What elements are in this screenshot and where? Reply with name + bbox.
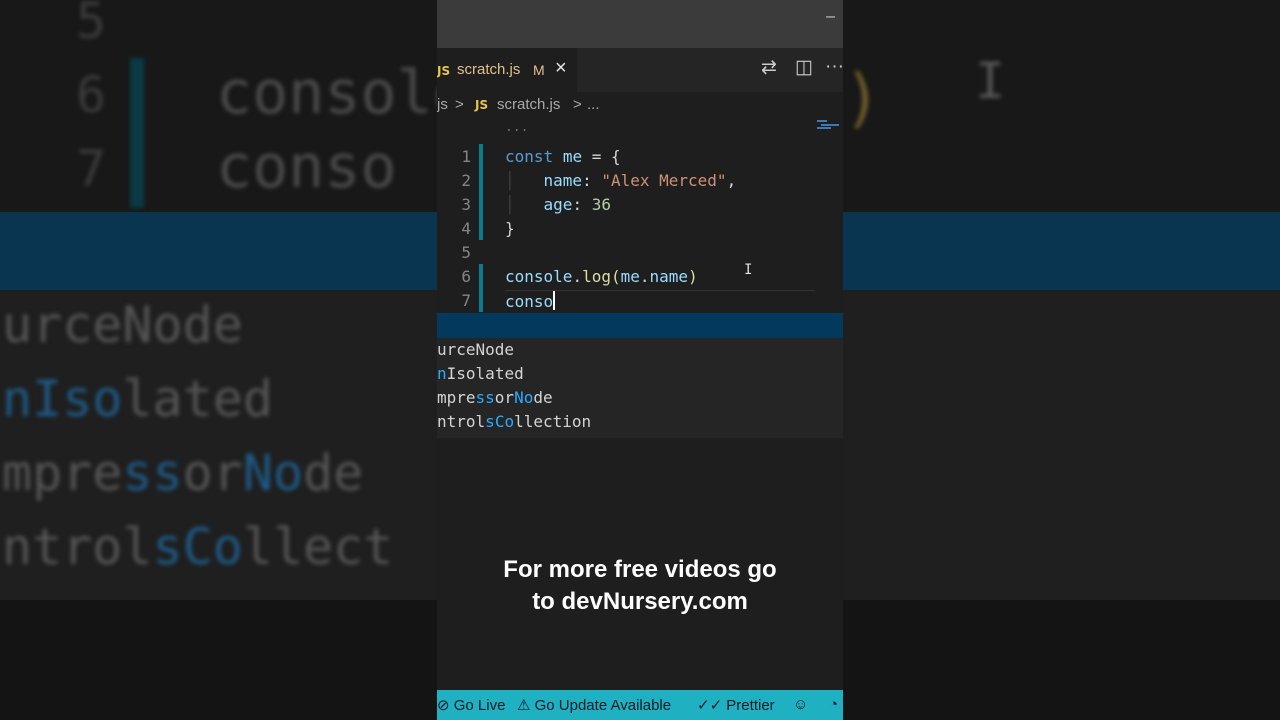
background-left: 5 6 7 console conso urceNode nIsolated m… [0, 0, 437, 720]
bg-code-line: conso [216, 132, 397, 202]
line-number: 1 [461, 147, 471, 166]
bg-suggestion: mpressorNode [2, 444, 364, 502]
breadcrumb-folder[interactable]: js [437, 96, 448, 113]
breadcrumb-more[interactable]: ... [587, 96, 600, 113]
split-editor-icon[interactable]: ◫ [795, 56, 813, 79]
modified-badge: M [533, 62, 545, 78]
folded-code-ellipsis[interactable]: ... [505, 120, 528, 135]
prettier-button[interactable]: ✓✓ Prettier [697, 696, 775, 714]
code-line: 1 const me = { [437, 144, 843, 168]
title-bar: – [437, 0, 843, 48]
code-text: │ name: "Alex Merced", [505, 171, 737, 190]
chevron-right-icon: > [455, 96, 464, 113]
tab-scratch-js[interactable]: JS scratch.js M × [437, 48, 577, 93]
suggestion-item[interactable]: nIsolated [437, 364, 524, 383]
line-number: 4 [461, 219, 471, 238]
minimize-button[interactable]: – [826, 8, 835, 26]
minimap[interactable] [817, 118, 841, 130]
code-text: console.log(me.name) [505, 267, 698, 286]
chevron-right-icon: > [573, 96, 582, 113]
javascript-file-icon: JS [475, 98, 489, 112]
bg-line-number: 7 [76, 140, 107, 198]
line-number: 6 [461, 267, 471, 286]
suggestion-item[interactable]: mpressorNode [437, 388, 553, 407]
background-right: ) I [843, 0, 1280, 720]
status-bar: ⊘ Go Live ⚠ Go Update Available ✓✓ Prett… [437, 690, 843, 720]
code-text: conso [505, 291, 556, 311]
close-icon[interactable]: × [555, 57, 567, 80]
caption-line: to devNursery.com [532, 588, 748, 615]
bg-line-number: 6 [76, 66, 107, 124]
tab-filename: scratch.js [457, 61, 521, 78]
tab-bar: JS scratch.js M × ⇄ ◫ ··· [437, 48, 843, 93]
line-number: 2 [461, 171, 471, 190]
editor-window: – JS scratch.js M × ⇄ ◫ ··· js > JS scra… [437, 0, 843, 720]
line-number: 3 [461, 195, 471, 214]
compare-changes-icon[interactable]: ⇄ [761, 56, 777, 79]
bg-suggestion: nIsolated [2, 370, 273, 428]
caption-line: For more free videos go [503, 556, 777, 583]
suggestion-widget: urceNode nIsolated mpressorNode ntrolsCo… [437, 313, 843, 438]
code-line: 5 [437, 240, 843, 264]
javascript-file-icon: JS [437, 64, 451, 78]
code-line: 3 │ age: 36 [437, 192, 843, 216]
line-number: 7 [461, 291, 471, 310]
notifications-bell-icon[interactable]: ◔ [829, 696, 838, 713]
suggestion-item[interactable]: urceNode [437, 340, 514, 359]
breadcrumb: js > JS scratch.js > ... [437, 92, 843, 118]
bg-suggestion: urceNode [2, 296, 243, 354]
go-live-button[interactable]: ⊘ Go Live [437, 696, 505, 714]
video-caption: For more free videos go to devNursery.co… [437, 554, 843, 618]
bg-gutter-bar [130, 58, 144, 208]
go-update-button[interactable]: ⚠ Go Update Available [517, 696, 671, 714]
text-caret [553, 291, 556, 310]
code-line: 2 │ name: "Alex Merced", [437, 168, 843, 192]
current-line-highlight [505, 290, 815, 291]
selected-suggestion[interactable] [437, 313, 843, 338]
bg-code-line: console [216, 58, 437, 128]
code-text: │ age: 36 [505, 195, 611, 214]
bg-line-number: 5 [76, 0, 107, 50]
bg-suggestion: ntrolsCollect [2, 518, 394, 576]
code-line: 4 } [437, 216, 843, 240]
code-text: const me = { [505, 147, 621, 166]
bg-selection-band [843, 212, 1280, 290]
code-line: 6 console.log(me.name) [437, 264, 843, 288]
code-line: 7 conso [437, 288, 843, 312]
mouse-text-cursor-icon: I [744, 262, 753, 278]
bg-editor-area [843, 0, 1280, 212]
code-text: } [505, 219, 515, 238]
more-actions-icon[interactable]: ··· [825, 56, 843, 78]
bg-text-cursor-icon: I [975, 52, 1006, 110]
suggestion-item[interactable]: ntrolsCollection [437, 412, 591, 431]
bg-paren: ) [843, 62, 882, 136]
bg-selection-band [0, 212, 437, 290]
line-number: 5 [461, 243, 471, 262]
bg-suggestion-list [843, 290, 1280, 600]
breadcrumb-file[interactable]: scratch.js [497, 96, 560, 113]
feedback-icon[interactable]: ☺ [793, 696, 808, 713]
